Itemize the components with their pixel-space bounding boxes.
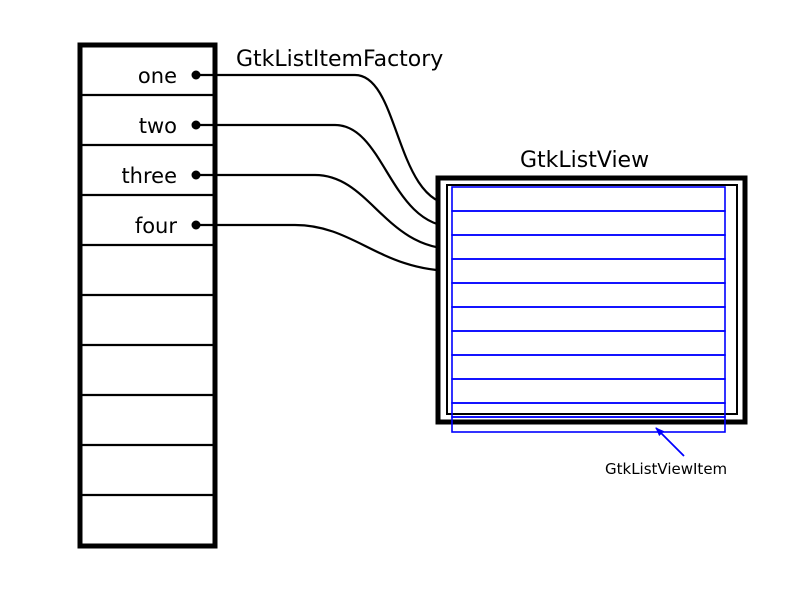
listview-box-outline <box>435 175 748 425</box>
factory-connector-four <box>196 223 456 275</box>
listviewitem-annotation: GtkListViewItem <box>605 427 727 478</box>
factory-title-label: GtkListItemFactory <box>236 47 443 72</box>
listview-title-label: GtkListView <box>520 148 649 173</box>
diagram-root: one two three four GtkListItemFactory Gt… <box>0 0 800 600</box>
model-row-label-one: one <box>138 64 177 88</box>
listview-box <box>435 175 748 425</box>
model-row-label-four: four <box>135 214 178 238</box>
model-row-label-two: two <box>139 114 177 138</box>
model-row-label-three: three <box>121 164 177 188</box>
factory-connector-group <box>196 73 456 275</box>
listviewitem-annotation-label: GtkListViewItem <box>605 460 727 478</box>
list-model-box: one two three four <box>77 42 218 549</box>
factory-connector-one <box>196 73 456 209</box>
diagram-canvas: one two three four GtkListItemFactory Gt… <box>77 42 748 549</box>
